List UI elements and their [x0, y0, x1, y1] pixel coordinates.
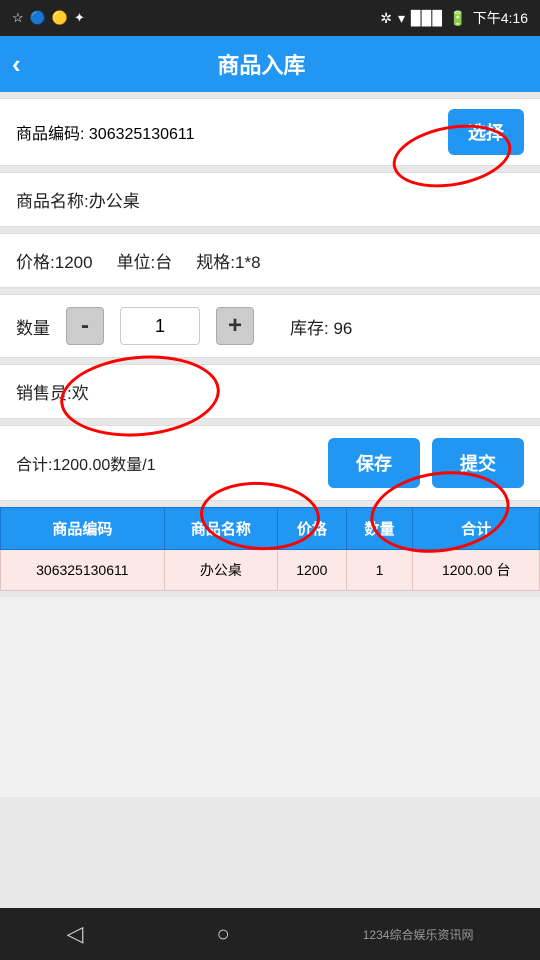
salesperson-label: 销售员: — [16, 379, 72, 404]
table-row: 306325130611 办公桌 1200 1 1200.00 台 — [1, 550, 540, 591]
cell-price: 1200 — [278, 550, 347, 591]
home-nav-icon[interactable]: ○ — [216, 921, 229, 947]
battery-icon: 🔋 — [449, 10, 466, 27]
quantity-input[interactable] — [120, 307, 200, 345]
app-header: ‹ 商品入库 — [0, 36, 540, 92]
col-header-qty: 数量 — [346, 508, 413, 550]
cell-total: 1200.00 台 — [413, 550, 540, 591]
col-header-code: 商品编码 — [1, 508, 165, 550]
submit-button[interactable]: 提交 — [432, 438, 524, 488]
cell-name: 办公桌 — [164, 550, 277, 591]
quantity-label: 数量 — [16, 314, 50, 339]
status-icon-2: 🔵 — [30, 10, 46, 26]
time-display: 下午4:16 — [473, 8, 528, 28]
product-code-section: 商品编码: 306325130611 选择 — [0, 98, 540, 166]
price-value: 1200 — [55, 253, 93, 272]
col-header-name: 商品名称 — [164, 508, 277, 550]
status-right-icons: ✲ ▾ ▉▉▉ 🔋 下午4:16 — [380, 8, 528, 28]
stock-info: 库存: 96 — [290, 314, 352, 339]
table-header-row: 商品编码 商品名称 价格 数量 合计 — [1, 508, 540, 550]
plus-button[interactable]: + — [216, 307, 254, 345]
salesperson-section: 销售员: 欢 — [0, 364, 540, 419]
cell-qty: 1 — [346, 550, 413, 591]
signal-icon: ▉▉▉ — [411, 10, 443, 27]
product-name-value: 办公桌 — [89, 187, 524, 212]
spec-label: 规格:1*8 — [196, 248, 260, 273]
back-nav-icon[interactable]: ◁ — [67, 921, 84, 947]
price-unit-spec-section: 价格:1200 单位:台 规格:1*8 — [0, 233, 540, 288]
page-title: 商品入库 — [37, 48, 486, 80]
status-bar: ☆ 🔵 🟡 ✦ ✲ ▾ ▉▉▉ 🔋 下午4:16 — [0, 0, 540, 36]
status-icon-1: ☆ — [12, 10, 24, 26]
product-code-label: 商品编码: 306325130611 — [16, 120, 195, 144]
cell-code: 306325130611 — [1, 550, 165, 591]
col-header-price: 价格 — [278, 508, 347, 550]
quantity-section: 数量 - + 库存: 96 — [0, 294, 540, 358]
watermark-text: 1234综合娱乐资讯网 — [363, 926, 474, 943]
total-display: 合计:1200.00数量/1 — [16, 451, 316, 475]
minus-button[interactable]: - — [66, 307, 104, 345]
empty-area — [0, 597, 540, 797]
wifi-icon: ▾ — [398, 10, 405, 27]
back-button[interactable]: ‹ — [12, 49, 21, 80]
save-button[interactable]: 保存 — [328, 438, 420, 488]
spec-value: 1*8 — [235, 253, 261, 272]
price-label: 价格:1200 — [16, 248, 93, 273]
product-table: 商品编码 商品名称 价格 数量 合计 306325130611 办公桌 1200… — [0, 507, 540, 591]
salesperson-value: 欢 — [72, 379, 524, 404]
bluetooth-icon: ✲ — [380, 10, 392, 27]
select-button[interactable]: 选择 — [448, 109, 524, 155]
unit-label: 单位:台 — [117, 248, 173, 273]
product-name-label: 商品名称: — [16, 187, 89, 212]
status-icon-4: ✦ — [74, 10, 85, 26]
status-left-icons: ☆ 🔵 🟡 ✦ — [12, 10, 85, 26]
product-code-value: 306325130611 — [89, 126, 195, 143]
col-header-total: 合计 — [413, 508, 540, 550]
total-section: 合计:1200.00数量/1 保存 提交 — [0, 425, 540, 501]
status-icon-3: 🟡 — [52, 10, 68, 26]
product-name-section: 商品名称: 办公桌 — [0, 172, 540, 227]
unit-value: 台 — [155, 253, 172, 272]
bottom-nav: ◁ ○ 1234综合娱乐资讯网 — [0, 908, 540, 960]
stock-value: 96 — [333, 319, 352, 338]
